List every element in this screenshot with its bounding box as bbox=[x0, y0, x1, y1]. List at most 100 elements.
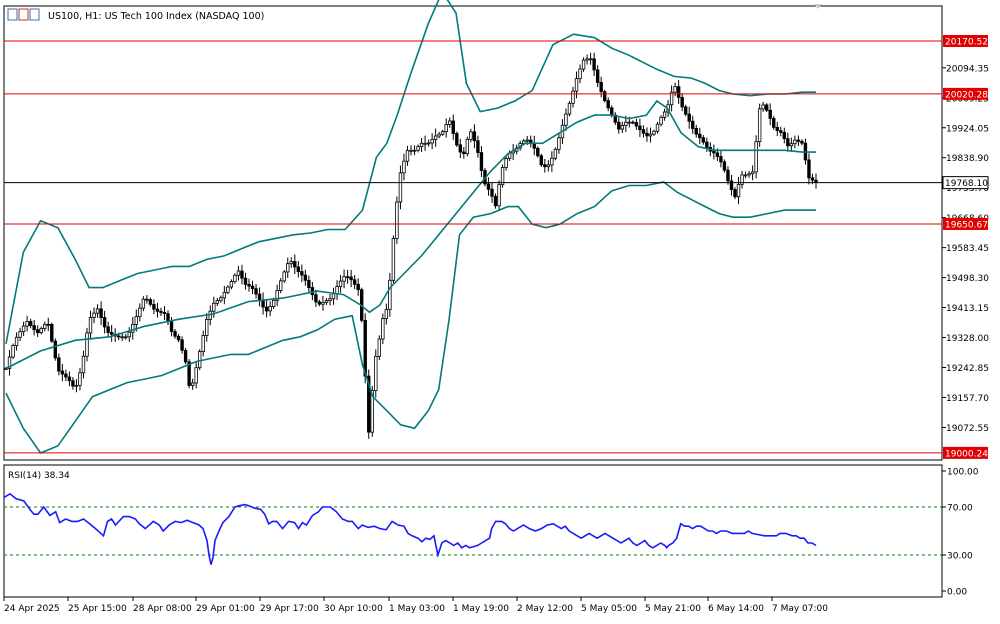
trading-chart: RSI(14) 38.34 20094.3520009.2519924.0519… bbox=[0, 0, 1000, 620]
candle-body bbox=[585, 58, 589, 61]
candle-body bbox=[377, 338, 382, 357]
candle-body bbox=[779, 130, 783, 133]
candle-body bbox=[60, 370, 65, 375]
chart-root: RSI(14) 38.34 20094.3520009.2519924.0519… bbox=[0, 0, 1000, 620]
candle-body bbox=[331, 293, 336, 300]
candle-body bbox=[11, 345, 15, 358]
candle-body bbox=[747, 173, 751, 176]
candle-body bbox=[455, 133, 459, 146]
candle-body bbox=[197, 351, 202, 369]
candle-body bbox=[592, 58, 596, 71]
candle-body bbox=[124, 336, 128, 339]
candle-body bbox=[796, 139, 801, 142]
candle-body bbox=[106, 326, 110, 333]
candle-body bbox=[648, 133, 653, 137]
candle-body bbox=[645, 132, 649, 137]
candle-body bbox=[303, 274, 308, 281]
candle-body bbox=[109, 332, 114, 335]
candle-body bbox=[726, 169, 730, 182]
candle-body bbox=[412, 149, 417, 152]
candle-body bbox=[444, 124, 448, 132]
candle-body bbox=[504, 158, 508, 168]
candle-body bbox=[543, 164, 547, 168]
candle-body bbox=[807, 159, 811, 179]
candle-body bbox=[321, 301, 325, 305]
candle-body bbox=[307, 279, 311, 288]
xtick-label: 29 Apr 17:00 bbox=[260, 604, 319, 614]
candle-body bbox=[391, 238, 396, 281]
candle-body bbox=[620, 125, 625, 130]
candle-body bbox=[680, 96, 684, 108]
candle-body bbox=[28, 321, 33, 326]
candle-body bbox=[715, 152, 720, 157]
candle-body bbox=[764, 104, 769, 111]
candle-body bbox=[243, 277, 248, 285]
candle-body bbox=[363, 319, 367, 377]
candle-body bbox=[419, 142, 424, 148]
xtick-label: 5 May 05:00 bbox=[581, 604, 637, 614]
candle-body bbox=[610, 107, 614, 116]
candle-body bbox=[14, 336, 19, 346]
candle-body bbox=[662, 111, 667, 118]
candle-body bbox=[574, 78, 579, 92]
candle-body bbox=[673, 86, 677, 93]
candle-body bbox=[345, 276, 350, 279]
candle-body bbox=[338, 280, 343, 288]
candle-body bbox=[564, 113, 568, 126]
candle-body bbox=[152, 303, 156, 310]
candle-body bbox=[92, 312, 96, 318]
candle-body bbox=[529, 139, 533, 144]
candle-body bbox=[342, 276, 346, 282]
xtick-label: 28 Apr 08:00 bbox=[133, 604, 192, 614]
candle-body bbox=[254, 288, 258, 295]
candle-body bbox=[451, 120, 455, 134]
candle-body bbox=[536, 147, 540, 157]
candle-body bbox=[53, 340, 58, 359]
candle-body bbox=[617, 121, 621, 130]
candle-body bbox=[588, 58, 593, 61]
candle-body bbox=[409, 149, 413, 152]
level-price-label: 20170.52 bbox=[945, 38, 988, 48]
candle-body bbox=[634, 122, 639, 127]
candle-body bbox=[296, 266, 301, 272]
candle-body bbox=[810, 177, 815, 181]
candle-body bbox=[222, 292, 227, 299]
rsi-ytick-label: 70.00 bbox=[947, 504, 973, 514]
candle-body bbox=[381, 318, 385, 340]
candle-body bbox=[462, 151, 466, 155]
candle-body bbox=[553, 148, 558, 159]
candle-body bbox=[39, 328, 43, 334]
candle-body bbox=[659, 116, 663, 125]
candle-body bbox=[74, 384, 79, 387]
chart-icons[interactable] bbox=[7, 8, 40, 21]
candle-body bbox=[638, 125, 642, 131]
candle-body bbox=[433, 135, 438, 140]
candle-body bbox=[64, 373, 68, 378]
candle-body bbox=[578, 68, 582, 80]
current-price-label: 19768.10 bbox=[945, 179, 988, 189]
candle-body bbox=[138, 307, 142, 318]
candle-body bbox=[786, 138, 790, 147]
main-ytick-label: 19583.45 bbox=[946, 244, 989, 254]
candle-body bbox=[402, 160, 406, 174]
candle-body bbox=[712, 150, 716, 154]
candle-body bbox=[99, 308, 103, 318]
candle-body bbox=[300, 271, 304, 276]
xtick-label: 25 Apr 15:00 bbox=[68, 604, 127, 614]
main-ytick-label: 20094.35 bbox=[946, 64, 989, 74]
candle-body bbox=[705, 141, 709, 148]
candle-body bbox=[81, 355, 86, 374]
candle-body bbox=[324, 300, 329, 303]
candle-body bbox=[328, 298, 332, 302]
candle-body bbox=[388, 279, 392, 310]
candle-body bbox=[476, 140, 480, 153]
candle-body bbox=[775, 126, 779, 132]
candle-body bbox=[814, 179, 818, 183]
candle-body bbox=[21, 325, 26, 333]
candle-body bbox=[426, 142, 431, 145]
xtick-label: 7 May 07:00 bbox=[772, 604, 828, 614]
candle-body bbox=[145, 298, 149, 301]
candle-body bbox=[469, 131, 473, 140]
xtick-label: 29 Apr 01:00 bbox=[196, 604, 255, 614]
candle-body bbox=[437, 133, 441, 137]
